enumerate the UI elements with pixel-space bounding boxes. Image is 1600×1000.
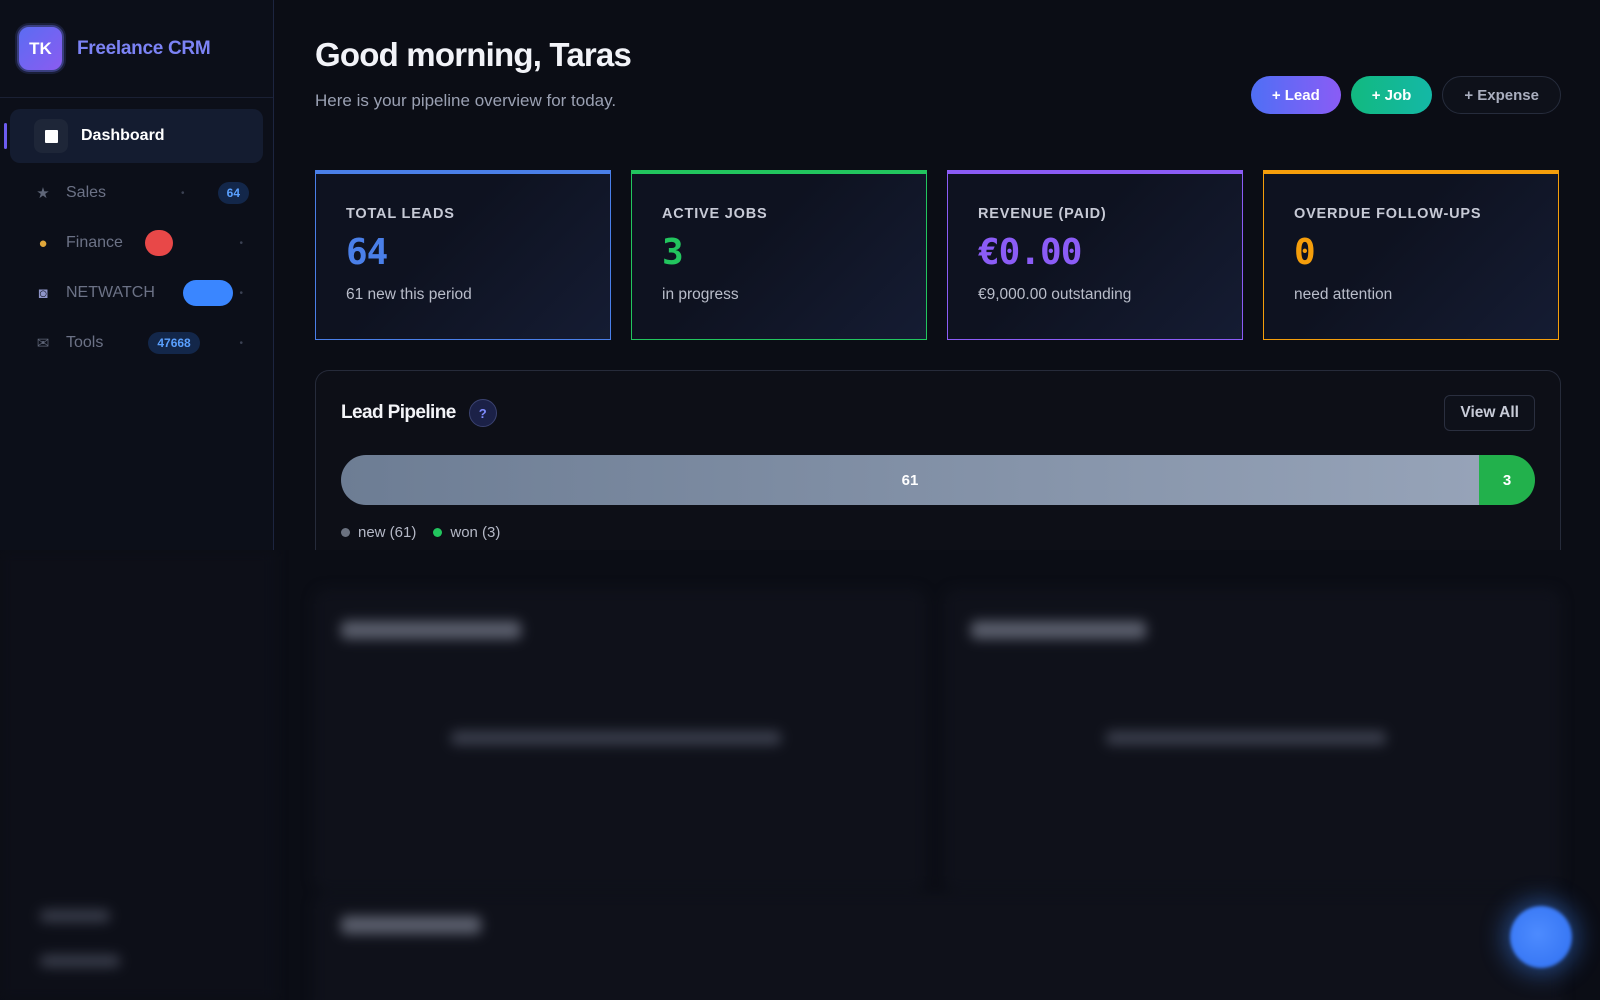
blurred-sidebar — [0, 550, 274, 1000]
legend-label: new (61) — [358, 524, 417, 541]
brand-name[interactable]: Freelance CRM — [77, 38, 211, 60]
quick-actions: + Lead + Job + Expense — [1250, 76, 1561, 114]
sidebar: TK Freelance CRM Dashboard ★ Sales • 64 … — [0, 0, 274, 550]
app-root: TK Freelance CRM Dashboard ★ Sales • 64 … — [0, 0, 1600, 1000]
floating-action-button[interactable] — [1510, 906, 1572, 968]
stat-card-revenue[interactable]: REVENUE (PAID) €0.00 €9,000.00 outstandi… — [947, 170, 1243, 340]
brand: TK Freelance CRM — [0, 0, 273, 98]
blurred-card-left — [315, 590, 925, 890]
tools-count-badge: 47668 — [148, 332, 200, 354]
pipeline-legend: new (61) won (3) — [341, 524, 1535, 541]
pipeline-title: Lead Pipeline — [341, 402, 456, 423]
robot-icon: ◙ — [38, 284, 48, 302]
legend-label: won (3) — [450, 524, 501, 541]
mail-icon: ✉ — [36, 335, 50, 352]
pipeline-segment-won[interactable]: 3 — [1479, 455, 1535, 505]
sidebar-item-netwatch[interactable]: ◙ NETWATCH • — [10, 267, 263, 319]
stat-card-active-jobs[interactable]: ACTIVE JOBS 3 in progress — [631, 170, 927, 340]
add-lead-button[interactable]: + Lead — [1250, 76, 1341, 114]
blurred-card-bottom — [315, 895, 1561, 1000]
star-icon: ★ — [36, 185, 50, 202]
sidebar-item-sales[interactable]: ★ Sales • 64 — [10, 167, 263, 219]
sidebar-nav: Dashboard ★ Sales • 64 ● Finance • ◙ NET… — [0, 98, 273, 369]
stat-subtext: €9,000.00 outstanding — [978, 286, 1132, 303]
stat-label: ACTIVE JOBS — [662, 206, 768, 222]
sidebar-item-label: Tools — [66, 334, 104, 351]
blurred-lower-content — [0, 550, 1600, 1000]
stat-subtext: 61 new this period — [346, 286, 472, 303]
sidebar-item-tools[interactable]: ✉ Tools 47668 • — [10, 317, 263, 369]
lead-pipeline-card: Lead Pipeline ? View All 61 3 new (61) won… — [315, 370, 1561, 550]
stat-value: €0.00 — [978, 232, 1082, 273]
page-subtitle: Here is your pipeline overview for today… — [315, 91, 617, 110]
add-expense-button[interactable]: + Expense — [1442, 76, 1561, 114]
sidebar-item-label: Sales — [66, 184, 107, 201]
stat-value: 0 — [1294, 232, 1316, 273]
sidebar-item-label: Dashboard — [81, 127, 165, 144]
sales-count-badge: 64 — [217, 182, 249, 204]
netwatch-status-badge — [182, 280, 233, 306]
help-icon[interactable]: ? — [468, 399, 497, 427]
legend-dot-icon — [341, 528, 350, 537]
sidebar-item-label: NETWATCH — [66, 284, 155, 301]
stat-cards: TOTAL LEADS 64 61 new this period ACTIVE… — [315, 170, 1559, 340]
add-job-button[interactable]: + Job — [1350, 76, 1433, 114]
legend-item-new: new (61) — [341, 524, 416, 541]
sidebar-item-label: Finance — [66, 234, 123, 251]
avatar[interactable]: TK — [17, 25, 64, 72]
legend-dot-icon — [433, 528, 443, 537]
view-all-button[interactable]: View All — [1444, 395, 1535, 431]
chevron-dot-icon: • — [181, 187, 185, 199]
stat-label: TOTAL LEADS — [346, 206, 455, 222]
pipeline-bar: 61 3 — [341, 455, 1535, 505]
legend-item-won: won (3) — [433, 524, 500, 541]
stat-card-overdue[interactable]: OVERDUE FOLLOW-UPS 0 need attention — [1263, 170, 1559, 340]
stat-subtext: in progress — [662, 286, 739, 303]
stat-subtext: need attention — [1294, 286, 1393, 303]
blurred-card-right — [945, 590, 1560, 890]
page-title: Good morning, Taras — [315, 36, 632, 73]
stat-value: 64 — [346, 232, 388, 273]
stat-card-total-leads[interactable]: TOTAL LEADS 64 61 new this period — [315, 170, 611, 340]
sidebar-item-finance[interactable]: ● Finance • — [10, 217, 263, 269]
stat-label: REVENUE (PAID) — [978, 206, 1107, 222]
chevron-dot-icon: • — [239, 287, 243, 299]
chevron-dot-icon: • — [239, 237, 243, 249]
pipeline-header: Lead Pipeline ? View All — [341, 371, 1535, 455]
chevron-dot-icon: • — [239, 337, 243, 349]
finance-alert-badge — [144, 230, 173, 256]
sidebar-item-dashboard[interactable]: Dashboard — [4, 109, 263, 163]
stat-value: 3 — [662, 232, 684, 273]
stat-label: OVERDUE FOLLOW-UPS — [1294, 206, 1482, 222]
pipeline-segment-new[interactable]: 61 — [341, 455, 1480, 505]
money-bag-icon: ● — [38, 234, 48, 252]
dashboard-square-icon — [34, 119, 68, 153]
